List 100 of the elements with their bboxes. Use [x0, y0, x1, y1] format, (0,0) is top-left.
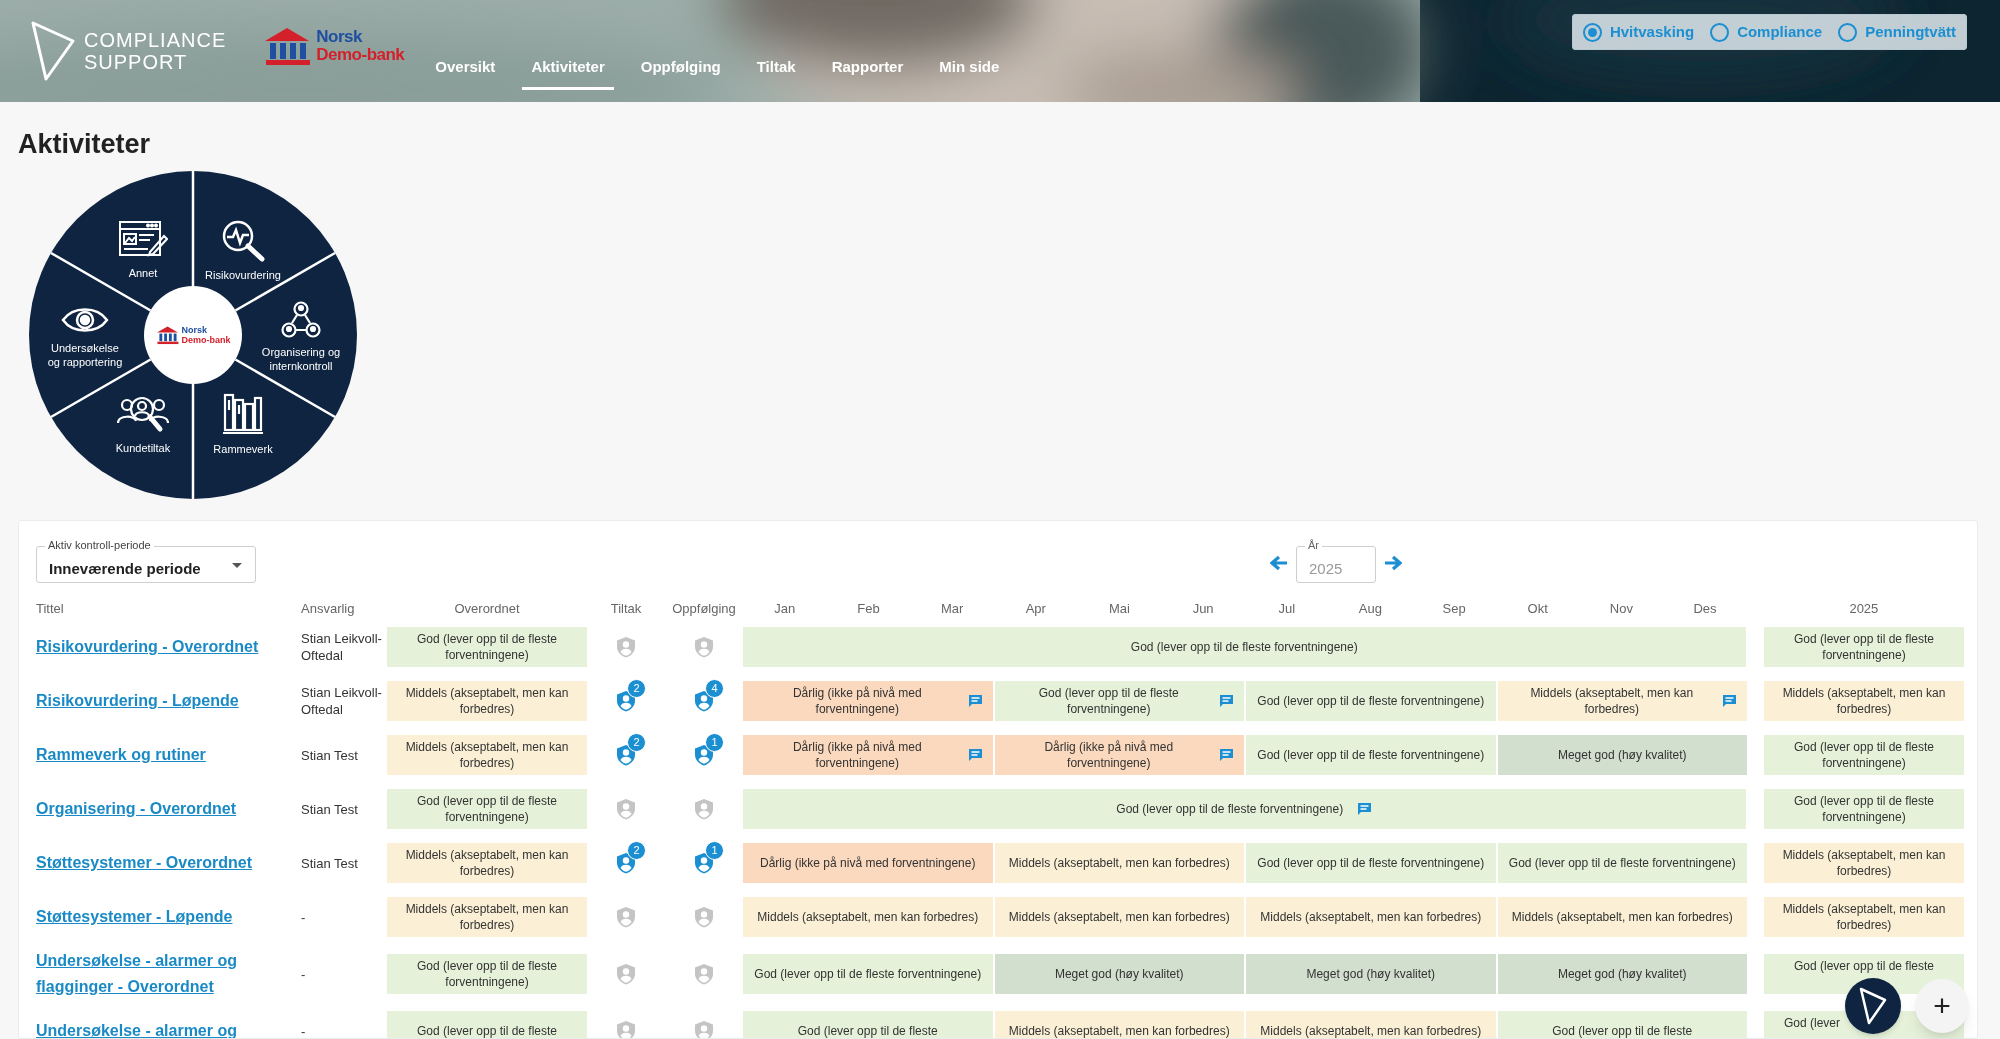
title-link[interactable]: Organisering - Overordnet: [36, 796, 291, 822]
nav-tab[interactable]: Rapporter: [822, 46, 913, 90]
column-header: Overordnet: [454, 601, 520, 617]
column-header: Feb: [857, 601, 880, 617]
title-link[interactable]: Risikovurdering - Løpende: [36, 688, 291, 714]
title-link[interactable]: Støttesystemer - Overordnet: [36, 850, 291, 876]
rating-label: God (lever opp til de fleste forventningene): [754, 966, 982, 982]
shield-user-icon[interactable]: [616, 963, 636, 985]
field-value: Inneværende periode: [49, 559, 201, 579]
field-value: 2025: [1309, 559, 1343, 579]
column-header: Jan: [774, 601, 796, 617]
column-header: Jul: [1278, 601, 1296, 617]
rating-label: God (lever opp til de fleste forventningene): [1130, 639, 1358, 655]
responsible-name: -: [301, 965, 307, 983]
logo-icon: [30, 19, 76, 83]
responsible-name: -: [301, 908, 307, 926]
comment-icon[interactable]: [1722, 694, 1737, 708]
shield-user-icon[interactable]: [694, 690, 714, 712]
responsible-name: Stian Test: [301, 854, 359, 872]
segment-label: Organisering og internkontroll: [260, 345, 342, 373]
rating-cell: God (lever opp til de fleste forventningene): [1764, 789, 1964, 829]
rating-cell: Middels (akseptabelt, men kan forbedres): [1764, 897, 1964, 937]
shield-user-icon[interactable]: [616, 1020, 636, 1038]
rating-label: God (lever opp til de fleste forventningene): [1257, 747, 1485, 763]
column-header: Tiltak: [610, 601, 642, 617]
title-link[interactable]: Støttesystemer - Løpende: [36, 904, 291, 930]
title-link[interactable]: Undersøkelse - alarmer og flagginger - Overordnet: [36, 948, 291, 1000]
shield-user-icon[interactable]: [694, 636, 714, 658]
bank-icon: [155, 325, 180, 345]
radio-option[interactable]: Compliance: [1710, 20, 1823, 44]
column-header: Ansvarlig: [301, 601, 355, 617]
search-pulse-icon: [220, 218, 266, 263]
shield-user-icon[interactable]: [616, 798, 636, 820]
rating-label: Meget god (høy kvalitet): [1306, 966, 1436, 982]
rating-cell: God (lever opp til de fleste forventningene): [387, 954, 587, 994]
rating-label: God (lever opp til de fleste: [797, 1023, 938, 1038]
rating-label: Middels (akseptabelt, men kan forbedres): [1008, 909, 1230, 925]
eye-icon: [61, 305, 109, 335]
shield-user-icon[interactable]: [616, 690, 636, 712]
rating-cell: God (lever opp til de fleste forventningene): [1764, 735, 1964, 775]
rating-label: Dårlig (ikke på nivå med forventningene): [791, 685, 923, 717]
rating-cell: God (lever opp til de fleste forventningene): [387, 789, 587, 829]
comment-icon[interactable]: [1219, 694, 1234, 708]
radio-option[interactable]: Hvitvasking: [1582, 20, 1695, 44]
arrow-right-icon: [1384, 554, 1402, 571]
rating-label: God (lever opp til de fleste forventningene): [1116, 801, 1344, 817]
title-link[interactable]: Rammeverk og rutiner: [36, 742, 291, 768]
rating-label: Meget god (høy kvalitet): [1054, 966, 1184, 982]
responsible-name: Stian Test: [301, 800, 359, 818]
comment-icon[interactable]: [1219, 748, 1234, 762]
shield-user-icon[interactable]: [616, 744, 636, 766]
field-label: Aktiv kontroll-periode: [45, 538, 154, 552]
rating-label: God (lever opp til de fleste forventningene): [1257, 855, 1485, 871]
segment-label: Rammeverk: [213, 441, 273, 456]
shield-user-icon[interactable]: [694, 1020, 714, 1038]
count-badge: 1: [705, 733, 724, 752]
count-badge: 2: [627, 733, 646, 752]
comment-icon[interactable]: [967, 748, 983, 762]
shield-user-icon[interactable]: [694, 744, 714, 766]
nav-tab[interactable]: Oversikt: [426, 46, 505, 90]
rating-cell: God (lever opp til de fleste forventningene): [387, 627, 587, 667]
logo-icon: [1858, 986, 1888, 1026]
count-badge: 2: [627, 679, 646, 698]
rating-label: Middels (akseptabelt, men kan forbedres): [1260, 909, 1482, 925]
shield-user-icon[interactable]: [616, 906, 636, 928]
comment-icon[interactable]: [1357, 802, 1373, 816]
nav-tab[interactable]: Aktiviteter: [522, 46, 614, 90]
rating-label: God (lever opp til de fleste forventningene): [1257, 693, 1485, 709]
brand-name: COMPLIANCE: [84, 29, 227, 51]
rating-cell: Middels (akseptabelt, men kan forbedres): [1764, 681, 1964, 721]
shield-user-icon[interactable]: [694, 798, 714, 820]
nav-tab[interactable]: Min side: [930, 46, 1009, 90]
rating-label: Dårlig (ikke på nivå med forventningene): [791, 739, 923, 771]
bank-name: Demo-bank: [316, 46, 405, 64]
rating-label: God (lever opp til de fleste forventningene): [1037, 685, 1180, 717]
shield-user-icon[interactable]: [694, 906, 714, 928]
radio-option[interactable]: Penningtvätt: [1838, 20, 1956, 44]
nav-tab[interactable]: Oppfølging: [631, 46, 730, 90]
column-header: Aug: [1358, 601, 1382, 617]
column-header: Okt: [1527, 601, 1548, 617]
brand-name: SUPPORT: [84, 51, 189, 73]
shield-user-icon[interactable]: [616, 636, 636, 658]
rating-label: Middels (akseptabelt, men kan forbedres): [1008, 855, 1230, 871]
comment-icon[interactable]: [967, 694, 983, 708]
nav-tab[interactable]: Tiltak: [747, 46, 805, 90]
arrow-left-icon: [1270, 554, 1288, 571]
rating-label: Meget god (høy kvalitet): [1557, 747, 1687, 763]
shield-user-icon[interactable]: [694, 963, 714, 985]
bank-name: Norsk: [181, 325, 208, 335]
column-header: Mar: [940, 601, 964, 617]
shield-user-icon[interactable]: [694, 852, 714, 874]
title-link[interactable]: Risikovurdering - Overordnet: [36, 634, 291, 660]
page-title: Aktiviteter: [18, 128, 152, 160]
caret-icon: [232, 563, 242, 568]
column-header: Nov: [1609, 601, 1633, 617]
field-label: År: [1305, 538, 1322, 552]
shield-user-icon[interactable]: [616, 852, 636, 874]
rating-cell: Middels (akseptabelt, men kan forbedres): [387, 897, 587, 937]
bank-name: Demo-bank: [181, 335, 231, 345]
rating-label: Middels (akseptabelt, men kan forbedres): [757, 909, 979, 925]
